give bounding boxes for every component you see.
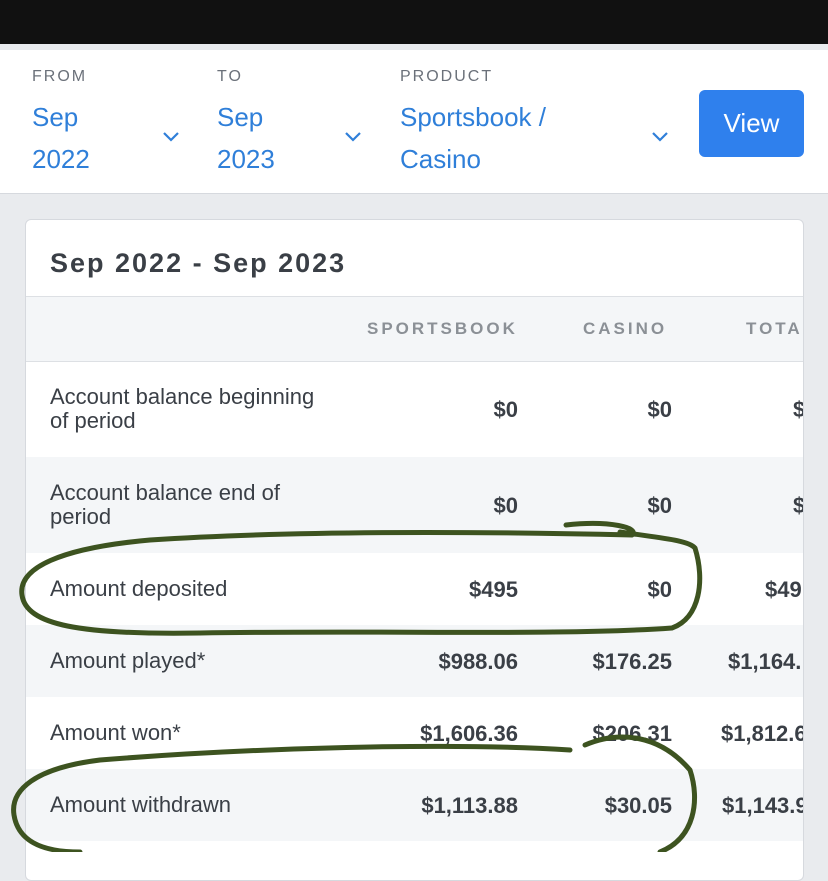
top-bar xyxy=(0,0,828,44)
sportsbook-value: $988.06 xyxy=(438,649,518,674)
column-header-total: TOTA xyxy=(746,319,803,338)
total-value: $1,164.: xyxy=(728,649,804,674)
table-row: Amount deposited $495 $0 $49 xyxy=(26,553,803,625)
total-value: $ xyxy=(793,397,803,423)
casino-value: $176.25 xyxy=(592,649,672,674)
sportsbook-value: $495 xyxy=(469,577,518,602)
row-label: Amount withdrawn xyxy=(50,792,231,817)
casino-value: $206.31 xyxy=(592,721,672,746)
table-row: Amount won* $1,606.36 $206.31 $1,812.6 xyxy=(26,697,803,769)
to-select[interactable]: TO Sep 2023 xyxy=(217,68,275,180)
total-value: $ xyxy=(793,493,803,519)
chevron-down-icon[interactable] xyxy=(650,126,670,146)
column-header-casino: CASINO xyxy=(583,319,668,338)
casino-value: $0 xyxy=(647,397,672,422)
row-label: Amount played* xyxy=(50,648,206,673)
total-value: $1,143.9 xyxy=(722,793,804,818)
product-value: Sportsbook / Casino xyxy=(400,102,546,174)
view-button[interactable]: View xyxy=(699,90,804,157)
from-label: FROM xyxy=(32,68,88,85)
total-value: $49 xyxy=(765,577,802,602)
row-label: Amount deposited xyxy=(50,576,228,601)
table-row: Account balance end of period $0 $0 $ xyxy=(26,457,803,553)
table-header: SPORTSBOOK CASINO TOTA xyxy=(26,296,803,362)
to-label: TO xyxy=(217,68,243,85)
table-row: Amount withdrawn $1,113.88 $30.05 $1,143… xyxy=(26,769,803,841)
product-select[interactable]: PRODUCT Sportsbook / Casino xyxy=(400,68,546,180)
chevron-down-icon[interactable] xyxy=(161,126,181,146)
column-header-sportsbook: SPORTSBOOK xyxy=(367,319,518,338)
casino-value: $0 xyxy=(647,493,672,518)
total-value: $1,812.6 xyxy=(721,721,804,746)
product-label: PRODUCT xyxy=(400,68,494,85)
sportsbook-value: $1,113.88 xyxy=(421,793,518,818)
statement-card: Sep 2022 - Sep 2023 SPORTSBOOK CASINO TO… xyxy=(25,219,804,881)
row-label: Account balance end of period xyxy=(50,480,280,529)
row-label: Account balance beginning of period xyxy=(50,384,315,433)
casino-value: $30.05 xyxy=(604,793,672,818)
sportsbook-value: $1,606.36 xyxy=(420,721,518,746)
table-row: Amount played* $988.06 $176.25 $1,164.: xyxy=(26,625,803,697)
sportsbook-value: $0 xyxy=(493,397,518,422)
chevron-down-icon[interactable] xyxy=(343,126,363,146)
sportsbook-value: $0 xyxy=(493,493,518,518)
row-label: Amount won* xyxy=(50,720,181,745)
statement-title: Sep 2022 - Sep 2023 xyxy=(50,248,347,278)
from-value: Sep 2022 xyxy=(32,102,90,174)
casino-value: $0 xyxy=(647,577,672,602)
table-row: Account balance beginning of period $0 $… xyxy=(26,361,803,457)
to-value: Sep 2023 xyxy=(217,102,275,174)
from-select[interactable]: FROM Sep 2022 xyxy=(32,68,90,180)
